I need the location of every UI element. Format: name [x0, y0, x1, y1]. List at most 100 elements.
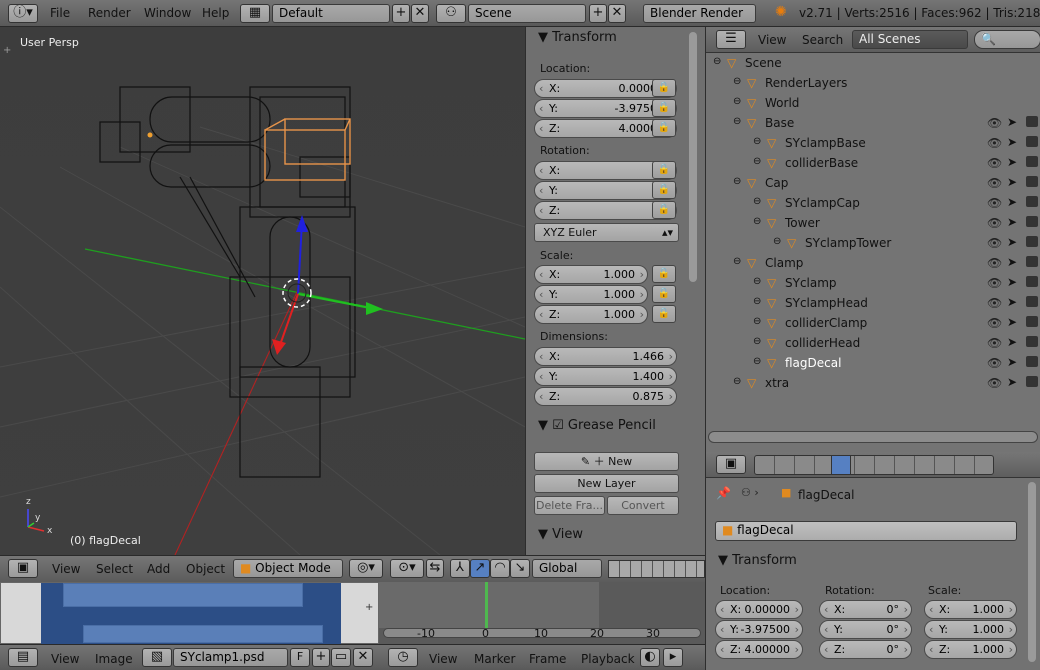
scale-field[interactable]: Y: 1.000 [924, 620, 1017, 639]
eye-icon[interactable]: 👁 [987, 176, 1002, 190]
cursor-icon[interactable]: ➤ [1007, 235, 1017, 249]
expand-icon[interactable]: ⊖ [733, 116, 741, 127]
transform-panel-header[interactable]: ▼ Transform [538, 30, 617, 45]
eye-icon[interactable]: 👁 [987, 316, 1002, 330]
outliner-row[interactable]: ⊖ ▽ SYclampHead 👁 ➤ [706, 293, 1040, 313]
delete-frame-button[interactable]: Delete Fra... [534, 496, 605, 515]
menu-view[interactable]: View [51, 652, 79, 666]
eye-icon[interactable]: 👁 [987, 216, 1002, 230]
eye-icon[interactable]: 👁 [987, 296, 1002, 310]
lock-icon[interactable]: 🔒 [652, 119, 676, 137]
outliner-row[interactable]: ⊖ ▽ World [706, 93, 1040, 113]
camera-icon[interactable] [1026, 376, 1038, 387]
location-field[interactable]: X:0.00000 [715, 600, 803, 619]
manipulator-icon[interactable]: ⇆ [426, 559, 444, 578]
expand-icon[interactable]: ⊖ [753, 276, 761, 287]
lock-icon[interactable]: 🔒 [652, 99, 676, 117]
cursor-icon[interactable]: ➤ [1007, 275, 1017, 289]
cursor-icon[interactable]: ➤ [1007, 175, 1017, 189]
eye-icon[interactable]: 👁 [987, 276, 1002, 290]
outliner-row[interactable]: ⊖ ▽ Base 👁 ➤ [706, 113, 1040, 133]
editor-type-icon[interactable]: ▣ [716, 455, 746, 474]
eye-icon[interactable]: 👁 [987, 156, 1002, 170]
scale-field[interactable]: X: 1.000 [924, 600, 1017, 619]
camera-icon[interactable] [1026, 176, 1038, 187]
rotation-field[interactable]: X: 0° [819, 600, 912, 619]
open-image-icon[interactable]: ▭ [331, 648, 351, 667]
menu-help[interactable]: Help [202, 6, 229, 20]
location-field[interactable]: Y:-3.97500 [715, 620, 803, 639]
cursor-icon[interactable]: ➤ [1007, 195, 1017, 209]
expand-icon[interactable]: ⊖ [733, 256, 741, 267]
camera-icon[interactable] [1026, 116, 1038, 127]
camera-icon[interactable] [1026, 256, 1038, 267]
transform-panel-header[interactable]: ▼ Transform [718, 553, 797, 568]
location-field[interactable]: Z:4.00000 [715, 640, 803, 659]
shading-icon[interactable]: ◎▾ [349, 559, 383, 578]
fake-user-button[interactable]: F [290, 648, 310, 667]
outliner-scrollbar[interactable] [708, 431, 1038, 443]
expand-icon[interactable]: ⊖ [733, 76, 741, 87]
lock-icon[interactable]: 🔒 [652, 285, 676, 303]
lock-icon[interactable]: 🔒 [652, 79, 676, 97]
plus-icon[interactable]: + [365, 602, 373, 613]
eye-icon[interactable]: 👁 [987, 336, 1002, 350]
eye-icon[interactable]: 👁 [987, 256, 1002, 270]
outliner-row[interactable]: ⊖ ▽ Cap 👁 ➤ [706, 173, 1040, 193]
outliner-row[interactable]: ⊖ ▽ xtra 👁 ➤ [706, 373, 1040, 393]
outliner-row[interactable]: ⊖ ▽ colliderBase 👁 ➤ [706, 153, 1040, 173]
outliner-row[interactable]: ⊖ ▽ flagDecal 👁 ➤ [706, 353, 1040, 373]
expand-icon[interactable]: ⊖ [773, 236, 781, 247]
close-scene-button[interactable]: ✕ [608, 4, 626, 23]
editor-type-icon[interactable]: ▤ [8, 648, 38, 667]
outliner-row[interactable]: ⊖ ▽ SYclampCap 👁 ➤ [706, 193, 1040, 213]
grease-pencil-header[interactable]: ▼ ☑ Grease Pencil [538, 418, 656, 433]
eye-icon[interactable]: 👁 [987, 236, 1002, 250]
expand-icon[interactable]: ⊖ [733, 176, 741, 187]
view-panel-header[interactable]: ▼ View [538, 527, 583, 542]
lock-icon[interactable]: 🔒 [652, 305, 676, 323]
eye-icon[interactable]: 👁 [987, 376, 1002, 390]
range-icon[interactable]: ▸ [663, 648, 683, 667]
cursor-icon[interactable]: ➤ [1007, 215, 1017, 229]
display-filter-select[interactable]: All Scenes [852, 30, 968, 49]
orientation-select[interactable]: Global [532, 559, 602, 578]
close-layout-button[interactable]: ✕ [411, 4, 429, 23]
mode-select[interactable]: ■ Object Mode [233, 559, 343, 578]
camera-icon[interactable] [1026, 296, 1038, 307]
expand-icon[interactable]: ⊖ [753, 216, 761, 227]
new-image-button[interactable]: + [312, 648, 330, 667]
expand-icon[interactable]: ⊖ [733, 96, 741, 107]
lock-icon[interactable]: 🔒 [652, 181, 676, 199]
lock-icon[interactable]: 🔒 [652, 161, 676, 179]
menu-marker[interactable]: Marker [474, 652, 515, 666]
cursor-icon[interactable]: ➤ [1007, 255, 1017, 269]
layers-grid[interactable] [608, 560, 705, 578]
new-layer-button[interactable]: New Layer [534, 474, 679, 493]
dimensions-x-field[interactable]: X: 1.466 [534, 347, 677, 366]
image-name-field[interactable]: SYclamp1.psd [173, 648, 288, 667]
menu-view[interactable]: View [52, 562, 80, 576]
camera-icon[interactable] [1026, 356, 1038, 367]
outliner-row[interactable]: ⊖ ▽ SYclampBase 👁 ➤ [706, 133, 1040, 153]
3d-viewport[interactable]: User Persp + z x y (0) flagDecal [0, 27, 525, 555]
menu-file[interactable]: File [50, 6, 70, 20]
expand-icon[interactable]: ⊖ [753, 156, 761, 167]
editor-type-icon[interactable]: ☰ [716, 30, 746, 49]
cursor-icon[interactable]: ➤ [1007, 135, 1017, 149]
menu-search[interactable]: Search [802, 33, 843, 47]
lock-icon[interactable]: 🔒 [652, 265, 676, 283]
cursor-icon[interactable]: ➤ [1007, 315, 1017, 329]
expand-icon[interactable]: ⊖ [753, 336, 761, 347]
rotation-field[interactable]: Z: 0° [819, 640, 912, 659]
menu-select[interactable]: Select [96, 562, 133, 576]
cursor-icon[interactable]: ➤ [1007, 155, 1017, 169]
keyframe-icon[interactable]: ◐ [640, 648, 660, 667]
convert-button[interactable]: Convert [607, 496, 679, 515]
cursor-icon[interactable]: ➤ [1007, 375, 1017, 389]
layout-field[interactable]: Default [272, 4, 390, 23]
layout-icon[interactable]: ▦ [240, 4, 270, 23]
menu-object[interactable]: Object [186, 562, 225, 576]
timeline[interactable]: -10 0 10 20 30 [379, 582, 705, 644]
pivot-icon[interactable]: ⊙▾ [390, 559, 424, 578]
